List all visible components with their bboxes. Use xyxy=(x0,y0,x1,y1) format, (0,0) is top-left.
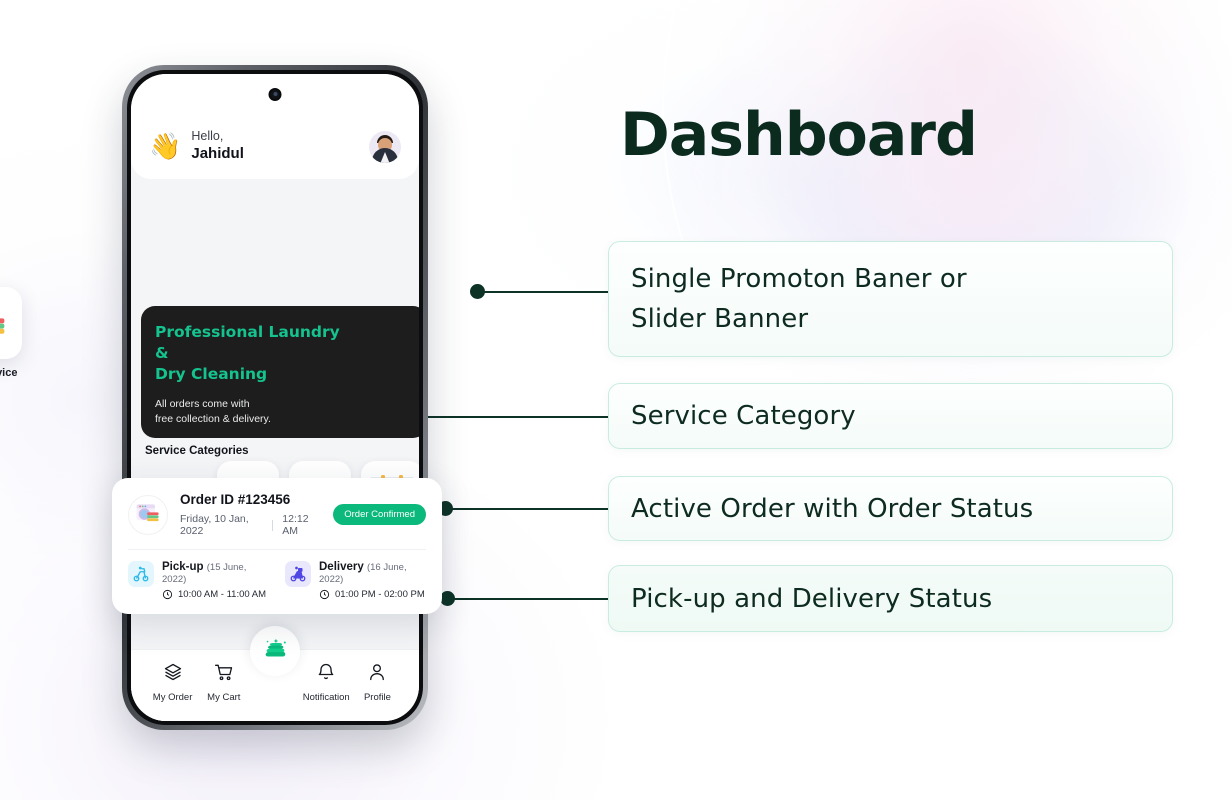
connector-line-banner xyxy=(480,291,608,293)
avatar[interactable] xyxy=(369,131,401,163)
connector-line-active-order xyxy=(448,508,608,510)
callout-pickup-delivery-label: Pick-up and Delivery Status xyxy=(631,583,993,614)
order-summary-row: Order ID #123456 Friday, 10 Jan, 2022 12… xyxy=(128,492,426,537)
connector-dot-pickup-delivery xyxy=(440,591,455,606)
nav-label: Notification xyxy=(302,692,350,703)
callout-banner: Single Promoton Baner or Slider Banner xyxy=(608,241,1173,357)
status-badge: Order Confirmed xyxy=(333,504,426,525)
scooter-pickup-icon xyxy=(128,561,154,587)
page-title: Dashboard xyxy=(620,100,978,170)
greeting-block: 👋 Hello, Jahidul xyxy=(149,129,244,163)
bottom-navigation: My Order My Cart Notification Profile xyxy=(131,626,419,721)
user-name: Jahidul xyxy=(191,145,244,162)
divider xyxy=(128,549,426,550)
waving-hand-icon: 👋 xyxy=(149,131,182,161)
front-camera-icon xyxy=(268,88,282,101)
connector-dot-banner xyxy=(470,284,485,299)
layers-icon xyxy=(163,662,183,687)
active-order-card[interactable]: Order ID #123456 Friday, 10 Jan, 2022 12… xyxy=(112,478,442,614)
delivery-block: Delivery (16 June, 2022) 01:00 PM - 02:0… xyxy=(285,561,426,600)
callout-active-order-label: Active Order with Order Status xyxy=(631,493,1034,524)
banner-title: Professional Laundry & Dry Cleaning xyxy=(155,323,340,383)
bell-icon xyxy=(316,662,336,687)
washing-machine-clothes-icon xyxy=(0,287,22,359)
pickup-delivery-row: Pick-up (15 June, 2022) 10:00 AM - 11:00… xyxy=(128,561,426,600)
callout-pickup-delivery: Pick-up and Delivery Status xyxy=(608,565,1173,632)
phone-mockup: 👋 Hello, Jahidul Professional Laundry & … xyxy=(122,65,428,730)
order-time: 12:12 AM xyxy=(282,513,309,537)
divider xyxy=(272,519,274,531)
pickup-block: Pick-up (15 June, 2022) 10:00 AM - 11:00… xyxy=(128,561,269,600)
service-category-label: Iron Service xyxy=(0,367,18,379)
callout-active-order: Active Order with Order Status xyxy=(608,476,1173,541)
nav-item-my-order[interactable]: My Order xyxy=(147,662,198,703)
connector-line-service-category xyxy=(402,416,608,418)
shopping-cart-icon xyxy=(214,662,234,687)
banner-subtitle: All orders come with free collection & de… xyxy=(155,398,271,425)
pickup-label: Pick-up (15 June, 2022) xyxy=(162,561,247,585)
nav-item-profile[interactable]: Profile xyxy=(352,662,403,703)
greeting-label: Hello, xyxy=(191,129,224,143)
delivery-label: Delivery (16 June, 2022) xyxy=(319,561,407,585)
connector-line-pickup-delivery xyxy=(450,598,608,600)
screenshot-root: Dashboard Single Promoton Baner or Slider… xyxy=(0,0,1232,800)
callout-banner-label: Single Promoton Baner or Slider Banner xyxy=(631,264,967,334)
promotion-banner[interactable]: Professional Laundry & Dry Cleaning All o… xyxy=(141,306,419,438)
nav-item-laundry-center[interactable] xyxy=(250,626,300,676)
order-date: Friday, 10 Jan, 2022 xyxy=(180,513,249,537)
callout-service-category-label: Service Category xyxy=(631,401,856,431)
delivery-time: 01:00 PM - 02:00 PM xyxy=(319,589,426,600)
scooter-delivery-icon xyxy=(285,561,311,587)
nav-item-my-cart[interactable]: My Cart xyxy=(198,662,249,703)
washing-machine-clothes-icon xyxy=(128,494,168,535)
callout-service-category: Service Category xyxy=(608,383,1173,449)
laundry-stack-icon xyxy=(259,635,291,668)
service-category-iron-service[interactable]: Iron Service xyxy=(0,287,29,379)
pickup-time: 10:00 AM - 11:00 AM xyxy=(162,589,269,600)
nav-label: My Order xyxy=(152,692,193,703)
nav-item-notification[interactable]: Notification xyxy=(301,662,352,703)
order-id: Order ID #123456 xyxy=(180,492,291,507)
phone-bezel: 👋 Hello, Jahidul Professional Laundry & … xyxy=(127,70,423,725)
nav-label: Profile xyxy=(363,692,391,703)
person-icon xyxy=(367,662,387,687)
service-categories-title: Service Categories xyxy=(145,445,249,457)
app-screen: 👋 Hello, Jahidul Professional Laundry & … xyxy=(131,74,419,721)
nav-label: My Cart xyxy=(207,692,241,703)
